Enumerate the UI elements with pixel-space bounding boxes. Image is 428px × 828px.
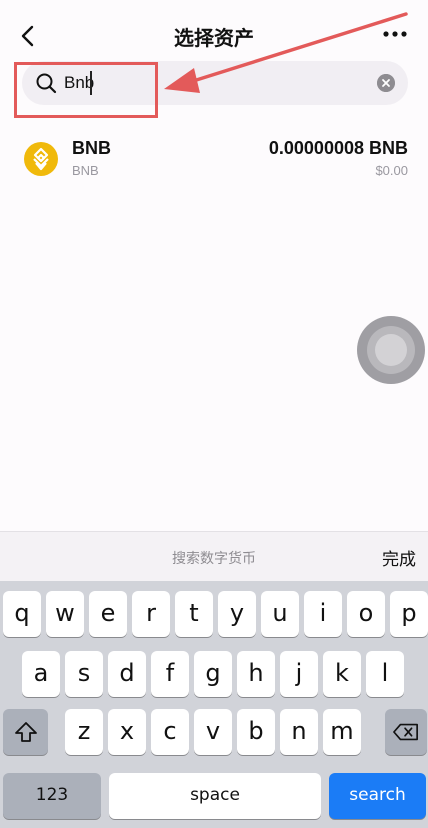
delete-key[interactable] — [385, 709, 427, 755]
key-y[interactable]: y — [218, 591, 256, 637]
backspace-icon — [393, 723, 418, 741]
key-v[interactable]: v — [194, 709, 232, 755]
key-p[interactable]: p — [390, 591, 428, 637]
key-l[interactable]: l — [366, 651, 404, 697]
search-key[interactable]: search — [329, 773, 426, 819]
assistive-touch-button[interactable] — [357, 316, 425, 384]
key-a[interactable]: a — [22, 651, 60, 697]
asset-list-item[interactable]: BNB BNB 0.00000008 BNB $0.00 — [0, 130, 428, 188]
navigation-bar: 选择资产 — [0, 0, 428, 70]
key-q[interactable]: q — [3, 591, 41, 637]
search-hint-label: 搜索数字货币 — [172, 551, 256, 567]
key-e[interactable]: e — [89, 591, 127, 637]
space-key[interactable]: space — [109, 773, 321, 819]
key-f[interactable]: f — [151, 651, 189, 697]
key-k[interactable]: k — [323, 651, 361, 697]
key-s[interactable]: s — [65, 651, 103, 697]
bnb-coin-icon — [24, 142, 58, 176]
assistive-touch-core — [375, 334, 407, 366]
software-keyboard: 123 space search qwertyuiop asdfghjkl zxcv… — [0, 581, 428, 828]
key-n[interactable]: n — [280, 709, 318, 755]
asset-fiat-value: $0.00 — [375, 163, 408, 178]
shift-key[interactable] — [3, 709, 48, 755]
key-j[interactable]: j — [280, 651, 318, 697]
key-w[interactable]: w — [46, 591, 84, 637]
shift-icon — [14, 722, 37, 742]
numbers-key[interactable]: 123 — [3, 773, 101, 819]
asset-network: BNB — [72, 163, 99, 178]
asset-symbol: BNB — [72, 138, 111, 158]
key-d[interactable]: d — [108, 651, 146, 697]
page-title: 选择资产 — [174, 26, 254, 50]
key-z[interactable]: z — [65, 709, 103, 755]
key-o[interactable]: o — [347, 591, 385, 637]
more-horizontal-icon[interactable] — [382, 27, 408, 41]
key-m[interactable]: m — [323, 709, 361, 755]
key-t[interactable]: t — [175, 591, 213, 637]
key-x[interactable]: x — [108, 709, 146, 755]
clear-circle-icon[interactable] — [377, 74, 395, 92]
key-g[interactable]: g — [194, 651, 232, 697]
key-u[interactable]: u — [261, 591, 299, 637]
key-b[interactable]: b — [237, 709, 275, 755]
done-button[interactable]: 完成 — [382, 545, 416, 570]
asset-balance: 0.00000008 BNB — [268, 138, 408, 158]
key-c[interactable]: c — [151, 709, 189, 755]
key-r[interactable]: r — [132, 591, 170, 637]
annotation-highlight-box — [14, 62, 158, 118]
key-i[interactable]: i — [304, 591, 342, 637]
keyboard-accessory-bar: 搜索数字货币 完成 — [0, 531, 428, 581]
key-h[interactable]: h — [237, 651, 275, 697]
